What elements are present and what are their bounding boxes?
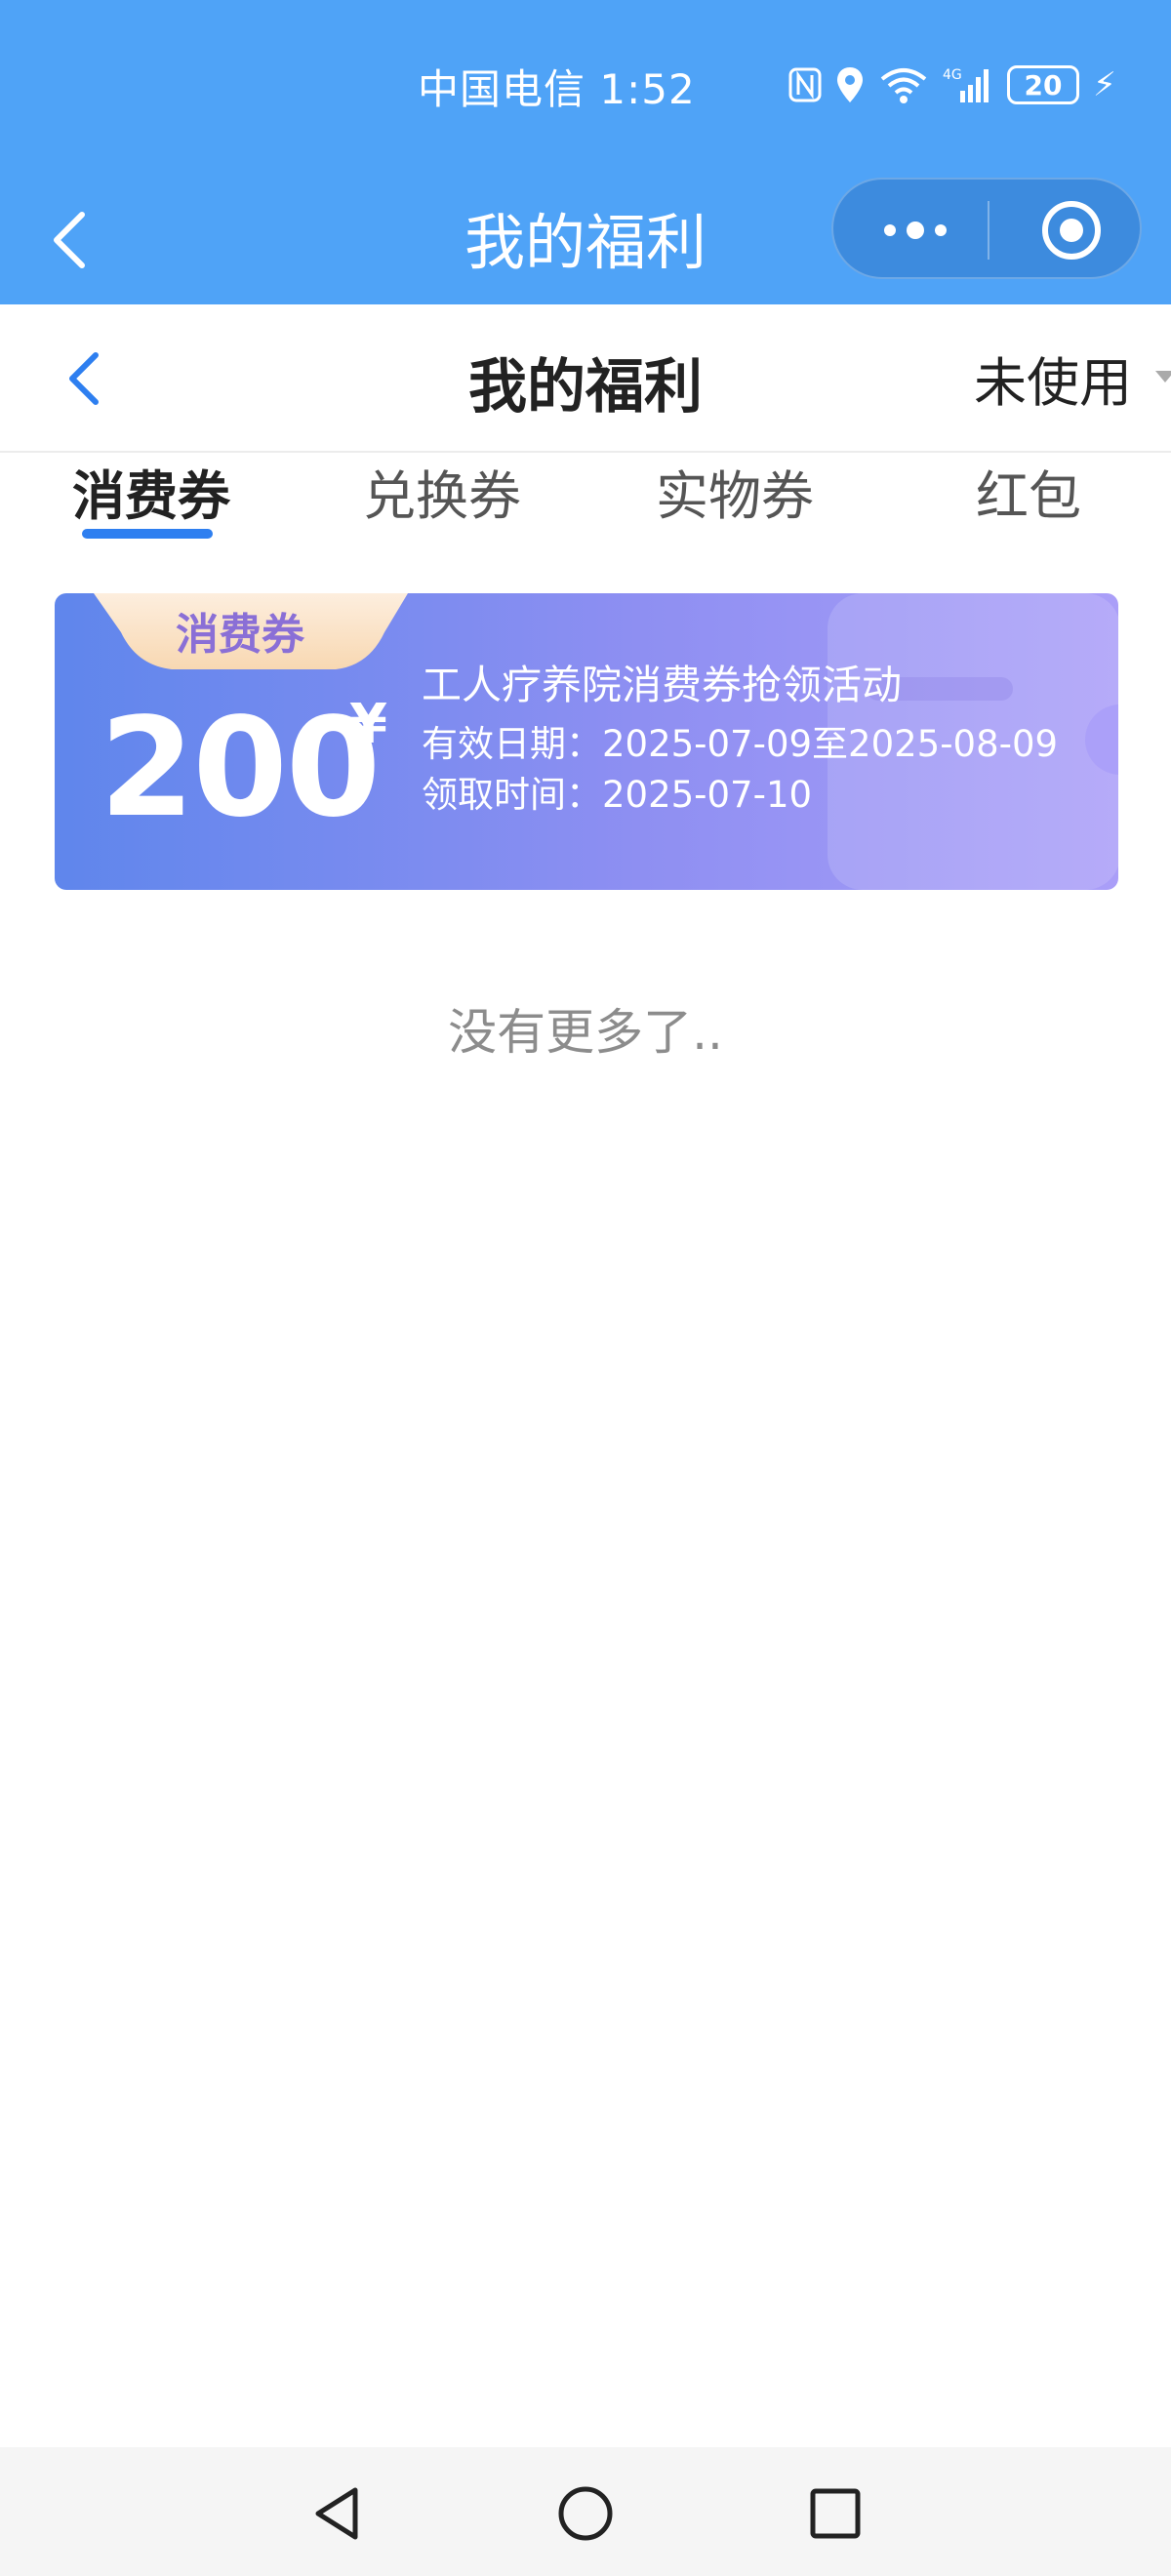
currency-symbol: ¥ [349,693,387,756]
capsule-menu [831,178,1142,279]
nav-back-icon[interactable] [308,2484,367,2543]
status-icons: 4G 20 ⚡ [788,60,1116,109]
more-dots-icon[interactable] [876,211,954,250]
top-app-bar: 中国电信 1:52 4G 20 ⚡ 我的福利 [0,0,1171,304]
signal-icon: 4G [943,67,989,102]
active-tab-indicator [82,529,213,539]
location-icon [837,67,863,102]
system-nav-bar [0,2447,1171,2576]
charging-icon: ⚡ [1093,65,1116,104]
caret-down-icon[interactable] [1155,371,1171,382]
coupon-tag-label: 消费券 [176,610,304,660]
coupon-card[interactable]: 消费券 200 ¥ 工人疗养院消费券抢领活动 有效日期：2025-07-09至2… [55,593,1118,890]
coupon-details: 工人疗养院消费券抢领活动 有效日期：2025-07-09至2025-08-09 … [422,658,1095,820]
svg-text:4G: 4G [943,67,962,83]
wifi-icon [880,68,927,103]
nav-home-icon[interactable] [556,2484,615,2543]
tab-consumption-coupon[interactable]: 消费券 [72,453,230,530]
battery-icon: 20 [1007,65,1079,104]
capsule-divider [988,201,989,260]
target-icon[interactable] [1038,197,1105,263]
list-end-text: 没有更多了.. [448,1004,723,1061]
coupon-claim-time: 领取时间：2025-07-10 [422,774,813,816]
page-header: 我的福利 未使用 [0,304,1171,453]
status-filter-dropdown[interactable]: 未使用 [974,340,1132,417]
coupon-title: 工人疗养院消费券抢领活动 [422,662,902,708]
nav-recent-apps-icon[interactable] [806,2484,865,2543]
status-bar: 中国电信 1:52 4G 20 ⚡ [0,0,1171,174]
coupon-valid-period: 有效日期：2025-07-09至2025-08-09 [422,723,1059,765]
carrier-time: 中国电信 1:52 [418,65,696,113]
mini-program-nav: 我的福利 [0,174,1171,304]
coupon-type-tabs: 消费券 兑换券 实物券 红包 [0,453,1171,550]
tab-red-packet[interactable]: 红包 [976,453,1081,530]
coupon-amount: 200 [100,689,381,848]
tab-exchange-coupon[interactable]: 兑换券 [363,453,521,530]
nfc-icon [788,67,822,102]
battery-level: 20 [1024,68,1063,101]
tab-physical-coupon[interactable]: 实物券 [656,453,814,530]
